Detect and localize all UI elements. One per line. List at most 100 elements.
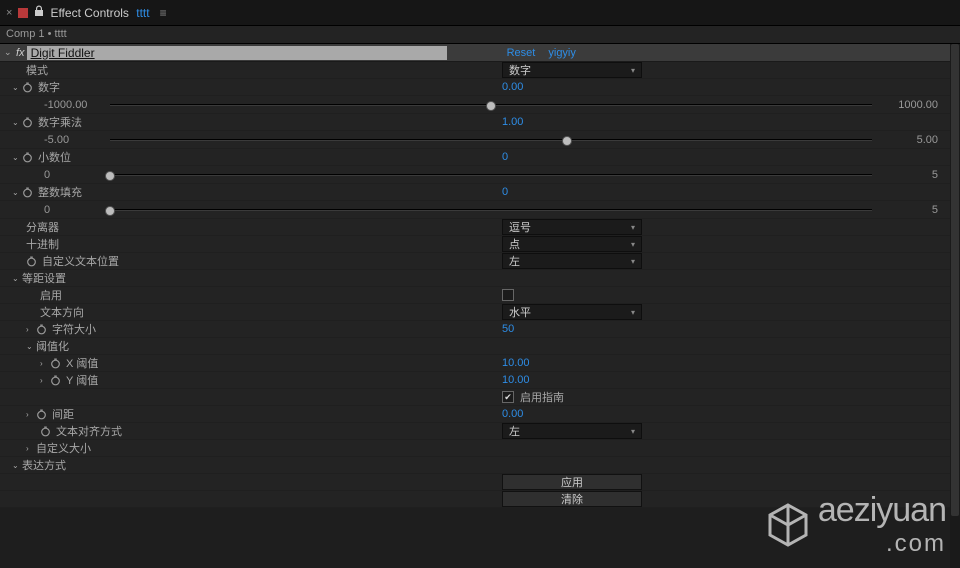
twirl-icon[interactable]: › [40,376,50,385]
twirl-icon[interactable]: ⌄ [12,188,22,197]
stopwatch-icon[interactable] [36,324,48,335]
value-intpad[interactable]: 0 [502,186,508,198]
row-char-size: › 字符大小 50 [0,321,960,338]
chevron-down-icon: ▾ [631,427,635,436]
label-threshold-group: 阈值化 [36,338,69,354]
row-guides: 启用指南 [0,389,960,406]
apply-button[interactable]: 应用 [502,474,642,490]
row-number: ⌄数字 0.00 [0,79,960,96]
stopwatch-icon[interactable] [22,152,34,163]
row-custom-size: ›自定义大小 [0,440,960,457]
twirl-icon[interactable]: ⌄ [12,461,22,470]
stopwatch-icon[interactable] [26,256,38,267]
row-custom-text-pos: 自定义文本位置 左▾ [0,253,960,270]
effect-controls-panel: ⌄ fx Digit Fiddler Reset yigyiy 模式 数字▾ ⌄… [0,44,960,508]
twirl-icon[interactable]: ⌄ [12,83,22,92]
value-spacing[interactable]: 0.00 [502,408,523,420]
label-decimals: 小数位 [38,149,71,165]
slider-track[interactable] [110,139,872,141]
slider-thumb[interactable] [486,101,496,111]
slider-decimals[interactable]: 0 5 [0,166,960,184]
twirl-icon[interactable]: › [40,359,50,368]
label-custom-text-pos: 自定义文本位置 [42,253,119,269]
twirl-icon[interactable]: › [26,444,36,453]
stopwatch-icon[interactable] [50,375,62,386]
label-x-threshold: X 阈值 [66,355,98,371]
twirl-icon[interactable]: › [26,325,36,334]
dropdown-separator[interactable]: 逗号▾ [502,219,642,235]
label-mult: 数字乘法 [38,114,82,130]
value-char-size[interactable]: 50 [502,323,514,335]
stopwatch-icon[interactable] [36,409,48,420]
row-spacing: › 间距 0.00 [0,406,960,423]
label-direction: 文本方向 [40,304,84,320]
scrollbar[interactable] [950,44,960,568]
stopwatch-icon[interactable] [40,426,52,437]
twirl-icon[interactable]: ⌄ [26,342,36,351]
logo-icon [764,501,812,549]
value-decimals[interactable]: 0 [502,151,508,163]
label-separator: 分离器 [26,219,59,235]
twirl-icon[interactable]: ⌄ [4,47,14,58]
label-enable: 启用 [40,287,62,303]
lock-icon[interactable] [34,5,44,20]
breadcrumb: Comp 1 • tttt [0,26,960,44]
dropdown-mode[interactable]: 数字▾ [502,62,642,78]
row-direction: 文本方向 水平▾ [0,304,960,321]
chevron-down-icon: ▾ [631,240,635,249]
chevron-down-icon: ▾ [631,223,635,232]
dropdown-decimal[interactable]: 点▾ [502,236,642,252]
label-spacing: 间距 [52,406,74,422]
checkbox-enable[interactable] [502,289,514,301]
row-decimal: 十进制 点▾ [0,236,960,253]
slider-track[interactable] [110,104,872,106]
close-icon[interactable]: × [6,7,12,19]
label-intpad: 整数填充 [38,184,82,200]
panel-menu-icon[interactable]: ≡ [160,6,167,20]
label-guides: 启用指南 [520,389,564,405]
label-decimal: 十进制 [26,236,59,252]
chevron-down-icon: ▾ [631,257,635,266]
scrollbar-thumb[interactable] [951,44,959,516]
checkbox-guides[interactable] [502,391,514,403]
value-number[interactable]: 0.00 [502,81,523,93]
label-char-size: 字符大小 [52,321,96,337]
twirl-icon[interactable]: › [26,410,36,419]
chevron-down-icon: ▾ [631,66,635,75]
dropdown-custom-text-pos[interactable]: 左▾ [502,253,642,269]
label-align: 文本对齐方式 [56,423,122,439]
effect-header[interactable]: ⌄ fx Digit Fiddler Reset yigyiy [0,44,960,62]
slider-track[interactable] [110,174,872,176]
row-mono-group: ⌄等距设置 [0,270,960,287]
fx-icon[interactable]: fx [16,47,25,59]
slider-thumb[interactable] [105,206,115,216]
dropdown-direction[interactable]: 水平▾ [502,304,642,320]
twirl-icon[interactable]: ⌄ [12,153,22,162]
about-link[interactable]: yigyiy [548,47,576,59]
value-y-threshold[interactable]: 10.00 [502,374,530,386]
reset-link[interactable]: Reset [507,47,536,59]
twirl-icon[interactable]: ⌄ [12,274,22,283]
slider-number[interactable]: -1000.00 1000.00 [0,96,960,114]
stopwatch-icon[interactable] [22,82,34,93]
stopwatch-icon[interactable] [22,117,34,128]
slider-intpad[interactable]: 0 5 [0,201,960,219]
row-align: 文本对齐方式 左▾ [0,423,960,440]
value-x-threshold[interactable]: 10.00 [502,357,530,369]
stopwatch-icon[interactable] [22,187,34,198]
slider-track[interactable] [110,209,872,211]
slider-thumb[interactable] [105,171,115,181]
stopwatch-icon[interactable] [50,358,62,369]
effect-name[interactable]: Digit Fiddler [27,46,447,60]
dropdown-align[interactable]: 左▾ [502,423,642,439]
panel-title: Effect Controls tttt [50,6,149,20]
row-x-threshold: › X 阈值 10.00 [0,355,960,372]
label-mode: 模式 [26,62,48,78]
row-mult: ⌄ 数字乘法 1.00 [0,114,960,131]
slider-thumb[interactable] [562,136,572,146]
row-expr-group: ⌄表达方式 [0,457,960,474]
value-mult[interactable]: 1.00 [502,116,523,128]
slider-mult[interactable]: -5.00 5.00 [0,131,960,149]
twirl-icon[interactable]: ⌄ [12,118,22,127]
clear-button[interactable]: 清除 [502,491,642,507]
